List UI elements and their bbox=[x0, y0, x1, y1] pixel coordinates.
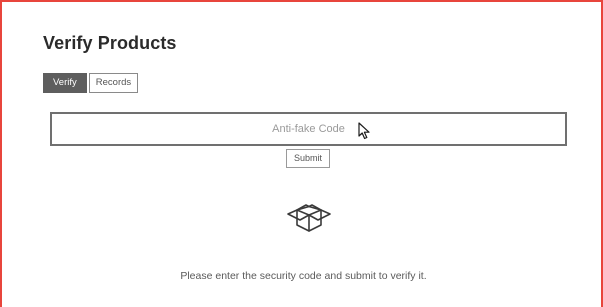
mouse-pointer-icon bbox=[358, 122, 370, 140]
page-frame: Verify Products Verify Records Submit Pl… bbox=[0, 0, 603, 307]
tab-records[interactable]: Records bbox=[88, 73, 139, 93]
anti-fake-code-input[interactable] bbox=[50, 112, 567, 146]
open-box-icon bbox=[287, 204, 331, 232]
tab-verify[interactable]: Verify bbox=[43, 73, 87, 93]
submit-button[interactable]: Submit bbox=[286, 149, 331, 168]
page-title: Verify Products bbox=[43, 33, 177, 53]
empty-state-message: Please enter the security code and submi… bbox=[180, 270, 427, 282]
tab-bar: Verify Records bbox=[43, 73, 139, 93]
